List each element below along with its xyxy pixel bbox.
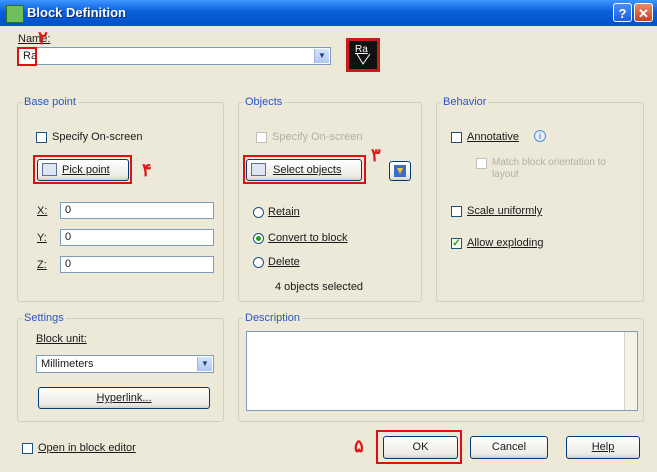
scale-uniformly-label: Scale uniformly [467,205,543,217]
block-preview: Ra [346,38,380,72]
selected-count: 4 objects selected [275,281,364,293]
settings-title: Settings [22,312,66,324]
title-bar: Block Definition ? ✕ [0,0,657,26]
block-unit-value: Millimeters [41,358,94,370]
name-combobox[interactable]: Ra ▼ [18,47,331,65]
preview-triangle-icon [356,53,371,65]
match-orientation-checkbox[interactable] [476,158,487,169]
window-title: Block Definition [27,5,126,20]
allow-exploding-checkbox[interactable]: ✓ [451,238,462,249]
objects-specify-onscreen-checkbox[interactable] [256,132,267,143]
retain-label: Retain [268,206,300,218]
hyperlink-label: Hyperlink... [96,392,152,404]
delete-label: Delete [268,256,300,268]
hyperlink-button[interactable]: Hyperlink... [38,387,210,409]
y-input[interactable]: 0 [60,229,214,246]
specify-onscreen-checkbox[interactable] [36,132,47,143]
block-unit-label: Block unit: [36,333,87,345]
description-title: Description [243,312,303,324]
annotation-box-name [17,47,37,66]
help-button[interactable]: Help [566,436,640,459]
description-scrollbar[interactable] [624,332,637,410]
annotation-box-select-objects [243,155,366,184]
x-label: X: [37,205,48,217]
scale-uniformly-checkbox[interactable] [451,206,462,217]
z-input[interactable]: 0 [60,256,214,273]
annotation-number-4: ۴ [142,160,152,180]
block-unit-chevron-icon[interactable]: ▼ [197,357,212,371]
specify-onscreen-label: Specify On-screen [52,131,143,143]
quick-select-button[interactable] [389,161,411,181]
cancel-button[interactable]: Cancel [470,436,548,459]
allow-exploding-label: Allow exploding [467,237,544,249]
open-in-editor-checkbox[interactable] [22,443,33,454]
behavior-title: Behavior [441,96,489,108]
annotative-label: Annotative [467,131,519,143]
close-button[interactable]: ✕ [634,3,653,22]
description-textarea[interactable] [246,331,638,411]
x-input[interactable]: 0 [60,202,214,219]
convert-label: Convert to block [268,232,348,244]
annotation-number-5: ۵ [354,436,364,456]
help-title-button[interactable]: ? [613,3,632,22]
annotation-number-3: ٣ [371,145,381,165]
block-unit-select[interactable]: Millimeters ▼ [36,355,214,373]
match-orientation-label: Match block orientation to layout [492,157,606,180]
chevron-down-icon[interactable]: ▼ [314,49,329,63]
annotation-box-ok [376,430,462,464]
quick-select-icon [394,165,406,177]
app-icon [6,5,24,23]
help-label: Help [591,441,615,453]
info-icon[interactable]: i [534,130,546,142]
objects-specify-onscreen-label: Specify On-screen [272,131,363,143]
z-label: Z: [37,259,47,271]
annotation-number-2: ٢ [38,28,48,48]
y-label: Y: [37,232,47,244]
annotative-checkbox[interactable] [451,132,462,143]
objects-title: Objects [243,96,285,108]
base-point-title: Base point [22,96,78,108]
convert-radio[interactable] [253,233,264,244]
retain-radio[interactable] [253,207,264,218]
open-in-editor-label: Open in block editor [38,442,136,454]
annotation-box-pick-point [33,155,132,184]
delete-radio[interactable] [253,257,264,268]
block-definition-dialog: Block Definition ? ✕ Name: Ra ▼ Ra Base … [0,0,657,472]
